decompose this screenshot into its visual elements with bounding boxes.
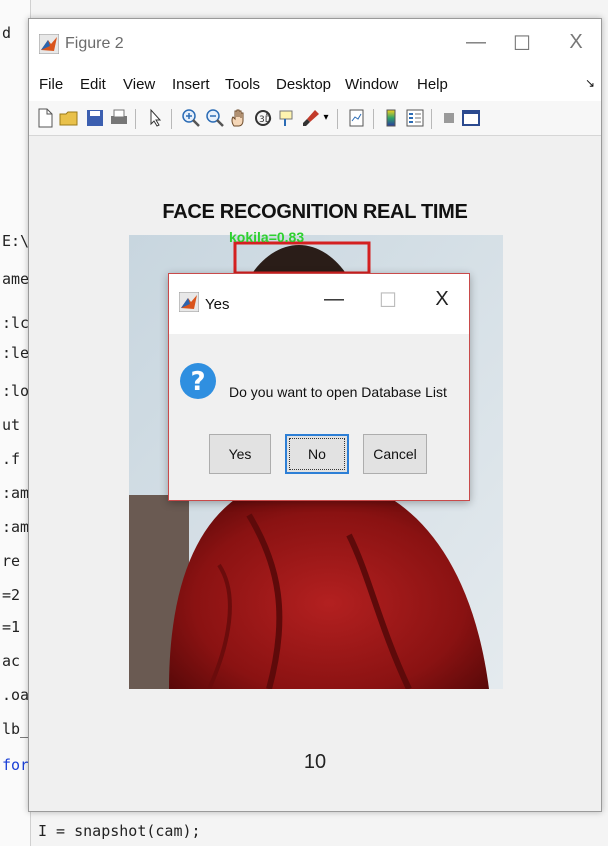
menu-view[interactable]: View (123, 76, 155, 93)
figure-title: Figure 2 (65, 35, 124, 52)
code-line: =2 (2, 586, 21, 604)
yes-button[interactable]: Yes (209, 434, 271, 474)
dialog-maximize-button: ☐ (379, 290, 397, 312)
hide-plot-tools-icon[interactable] (439, 108, 459, 128)
print-icon[interactable] (109, 108, 129, 128)
code-line: for (2, 756, 30, 774)
menu-edit[interactable]: Edit (80, 76, 106, 93)
pointer-icon[interactable] (145, 108, 165, 128)
rotate-icon[interactable]: 3D (253, 108, 273, 128)
show-plot-tools-icon[interactable] (461, 108, 481, 128)
data-cursor-icon[interactable] (277, 108, 297, 128)
menu-file[interactable]: File (39, 76, 63, 93)
pan-icon[interactable] (229, 108, 249, 128)
question-dialog: Yes — ☐ X ? Do you want to open Database… (168, 273, 470, 501)
dialog-minimize-button[interactable]: — (319, 288, 349, 311)
code-line: =1 (2, 618, 21, 636)
cancel-button[interactable]: Cancel (363, 434, 427, 474)
toolbar-separator (135, 109, 136, 129)
toolbar-separator (431, 109, 432, 129)
link-plot-icon[interactable] (347, 108, 367, 128)
question-icon: ? (180, 363, 216, 399)
figure-menubar: File Edit View Insert Tools Desktop Wind… (29, 69, 601, 101)
figure-toolbar: 3D ▾ (29, 101, 601, 136)
legend-icon[interactable] (405, 108, 425, 128)
svg-text:3D: 3D (259, 115, 272, 125)
menu-desktop[interactable]: Desktop (276, 76, 331, 93)
code-line: ut (2, 416, 21, 434)
code-line: d (2, 24, 12, 42)
save-icon[interactable] (85, 108, 105, 128)
code-line: :am (2, 484, 30, 502)
frame-counter: 10 (303, 751, 327, 773)
matlab-logo-icon (39, 34, 59, 54)
minimize-button[interactable]: — (461, 31, 491, 54)
editor-code-strip: d E:\U ame :lc :le :lo ut .f :am :am re … (0, 0, 38, 846)
zoom-in-icon[interactable] (181, 108, 201, 128)
toolbar-separator (171, 109, 172, 129)
colorbar-icon[interactable] (381, 108, 401, 128)
open-folder-icon[interactable] (59, 108, 79, 128)
figure-titlebar[interactable]: Figure 2 — ☐ X (29, 19, 601, 69)
code-line: lb_ (2, 720, 30, 738)
face-recognition-label: kokila=0.83 (229, 229, 305, 245)
code-line: :am (2, 518, 30, 536)
menu-window[interactable]: Window (345, 76, 398, 93)
svg-text:?: ? (190, 367, 205, 397)
menu-help[interactable]: Help (417, 76, 448, 93)
menu-overflow-arrow-icon[interactable]: ↘ (585, 76, 595, 90)
toolbar-separator (337, 109, 338, 129)
brush-icon[interactable] (301, 108, 321, 128)
new-file-icon[interactable] (35, 108, 55, 128)
matlab-logo-icon (179, 292, 199, 312)
dialog-title: Yes (205, 296, 230, 313)
editor-bottom-code-line: I = snapshot(cam); (38, 822, 201, 840)
toolbar-separator (373, 109, 374, 129)
close-button[interactable]: X (561, 31, 591, 54)
dialog-body: ? Do you want to open Database List Yes … (169, 334, 469, 500)
code-line: :lo (2, 382, 30, 400)
menu-tools[interactable]: Tools (225, 76, 260, 93)
menu-insert[interactable]: Insert (172, 76, 210, 93)
code-line: ac (2, 652, 21, 670)
plot-title: FACE RECOGNITION REAL TIME (162, 201, 468, 223)
code-line: .oa (2, 686, 30, 704)
zoom-out-icon[interactable] (205, 108, 225, 128)
code-line: :lc (2, 314, 30, 332)
code-line: re (2, 552, 21, 570)
no-button[interactable]: No (285, 434, 349, 474)
code-line: ame (2, 270, 30, 288)
dialog-message: Do you want to open Database List (229, 384, 447, 400)
code-line: .f (2, 450, 21, 468)
dialog-close-button[interactable]: X (427, 288, 457, 311)
code-line: :le (2, 344, 30, 362)
maximize-button[interactable]: ☐ (507, 31, 537, 56)
brush-dropdown-icon[interactable]: ▾ (321, 108, 331, 128)
